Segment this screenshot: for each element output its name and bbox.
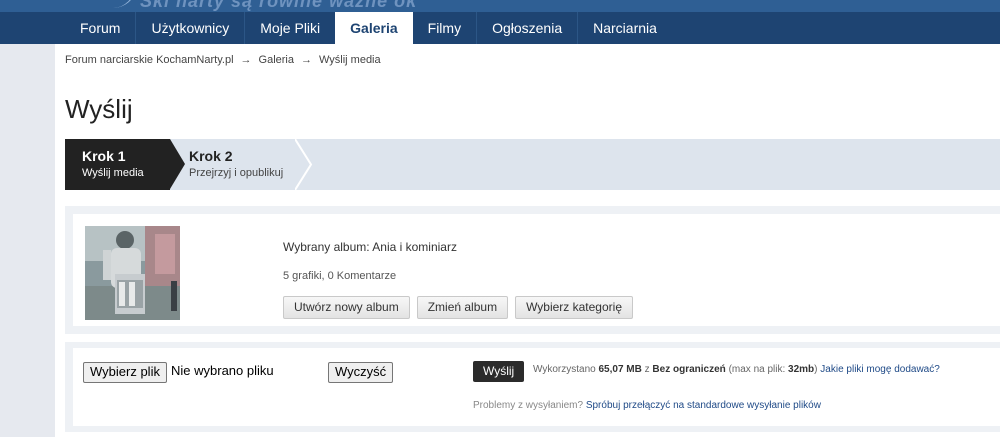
selected-album-label: Wybrany album: Ania i kominiarz: [283, 240, 457, 254]
album-section: Wybrany album: Ania i kominiarz 5 grafik…: [65, 206, 1000, 334]
site-header: Ski narty są rówine ważne ok: [0, 0, 1000, 12]
standard-upload-link[interactable]: Spróbuj przełączyć na standardowe wysyła…: [586, 400, 821, 411]
choose-file-button[interactable]: Wybierz plik: [83, 362, 167, 383]
upload-box: Wybierz plik Nie wybrano pliku Wyczyść W…: [73, 348, 1000, 426]
breadcrumb-separator: →: [300, 54, 312, 66]
usage-of: z: [644, 364, 650, 375]
upload-steps: Krok 1 Wyślij media Krok 2 Przejrzyj i o…: [65, 139, 1000, 190]
breadcrumb-separator: →: [240, 54, 252, 66]
breadcrumb: Forum narciarskie KochamNarty.pl → Galeria…: [65, 54, 381, 66]
step-1-title: Krok 1: [82, 148, 126, 164]
main-nav: Forum Użytkownicy Moje Pliki Galeria Fil…: [0, 12, 1000, 44]
allowed-files-link[interactable]: Jakie pliki mogę dodawać?: [820, 364, 940, 375]
usage-info: Wykorzystano 65,07 MB z Bez ograniczeń (…: [533, 364, 940, 375]
nav-tab-forum[interactable]: Forum: [65, 12, 135, 44]
step-1-arrow-icon: [170, 139, 185, 189]
clear-button[interactable]: Wyczyść: [328, 362, 394, 383]
step-2: Krok 2 Przejrzyj i opublikuj: [189, 139, 283, 190]
nav-tab-users[interactable]: Użytkownicy: [135, 12, 244, 44]
page-title: Wyślij: [65, 94, 133, 124]
step-2-arrow-icon: [295, 139, 313, 190]
choose-category-button[interactable]: Wybierz kategorię: [515, 296, 633, 319]
usage-used: 65,07 MB: [598, 364, 642, 375]
site-slogan: Ski narty są rówine ważne ok: [140, 0, 418, 11]
usage-max-prefix: (max na plik:: [728, 364, 786, 375]
step-1: Krok 1 Wyślij media: [65, 139, 170, 190]
breadcrumb-current: Wyślij media: [318, 54, 381, 66]
step-2-subtitle: Przejrzyj i opublikuj: [189, 167, 284, 179]
upload-section: Wybierz plik Nie wybrano pliku Wyczyść W…: [65, 342, 1000, 432]
usage-max-suffix: ): [814, 364, 818, 375]
nav-tab-ski-shop[interactable]: Narciarnia: [577, 12, 672, 44]
send-button[interactable]: Wyślij: [473, 361, 525, 382]
problems-text: Problemy z wysyłaniem?: [473, 400, 584, 411]
usage-max-value: 32mb: [788, 364, 815, 375]
nav-tab-my-files[interactable]: Moje Pliki: [244, 12, 335, 44]
step-1-subtitle: Wyślij media: [82, 167, 144, 179]
step-2-title: Krok 2: [189, 148, 233, 164]
change-album-button[interactable]: Zmień album: [416, 296, 509, 319]
nav-tab-movies[interactable]: Filmy: [413, 12, 476, 44]
breadcrumb-gallery-link[interactable]: Galeria: [259, 54, 294, 66]
nav-tab-gallery[interactable]: Galeria: [335, 12, 413, 44]
create-album-button[interactable]: Utwórz nowy album: [283, 296, 410, 319]
usage-prefix: Wykorzystano: [533, 364, 596, 375]
usage-limit: Bez ograniczeń: [652, 364, 726, 375]
breadcrumb-forum-link[interactable]: Forum narciarskie KochamNarty.pl: [65, 54, 234, 66]
upload-problems: Problemy z wysyłaniem? Spróbuj przełączy…: [473, 400, 821, 411]
logo-swoosh-icon: [95, 0, 137, 8]
content-panel: Forum narciarskie KochamNarty.pl → Galeria…: [55, 44, 1000, 437]
album-thumbnail[interactable]: [85, 226, 180, 320]
nav-tab-ads[interactable]: Ogłoszenia: [476, 12, 577, 44]
album-box: Wybrany album: Ania i kominiarz 5 grafik…: [73, 214, 1000, 326]
file-status: Nie wybrano pliku: [171, 363, 274, 378]
album-meta: 5 grafiki, 0 Komentarze: [283, 270, 397, 282]
